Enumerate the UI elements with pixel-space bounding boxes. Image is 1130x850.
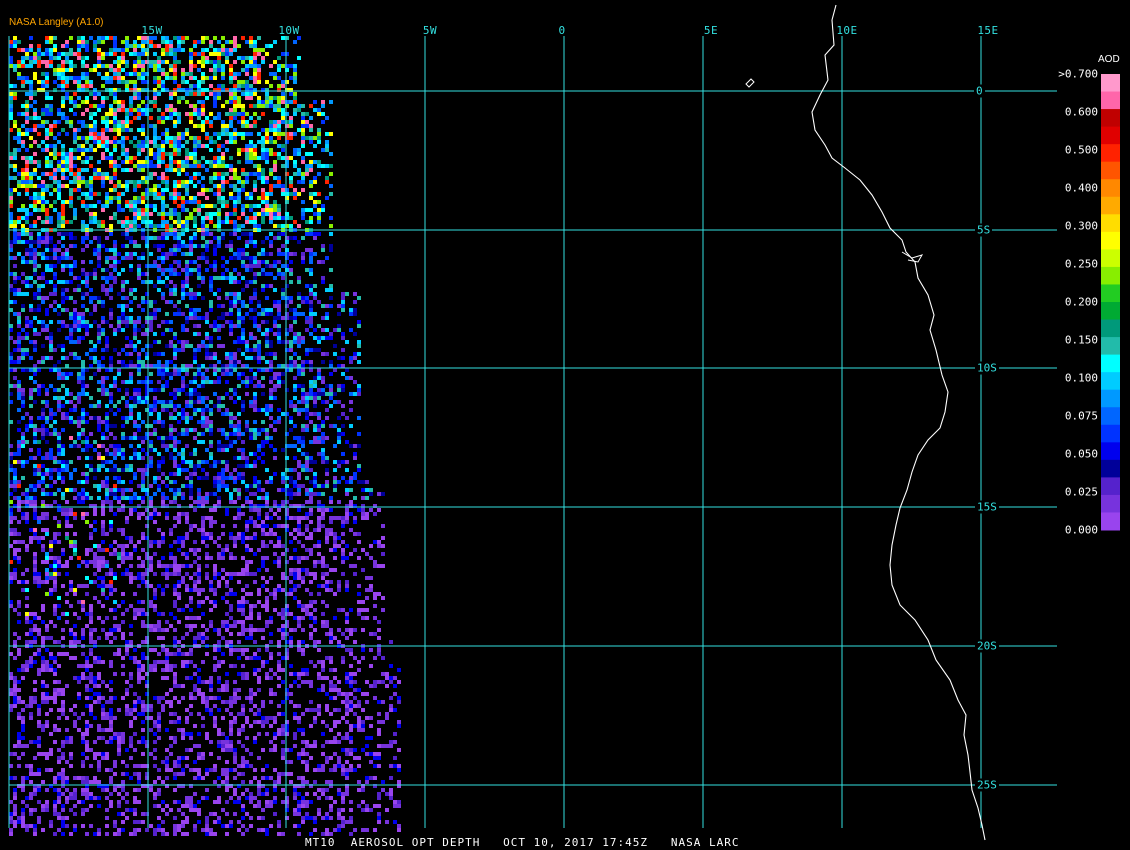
legend-label: 0.025 — [1064, 485, 1098, 499]
legend-label: 0.050 — [1064, 447, 1098, 461]
legend-label: 0.300 — [1064, 219, 1098, 233]
legend-label: 0.100 — [1064, 371, 1098, 385]
legend-swatch — [1101, 144, 1120, 163]
aod-color-scale — [1101, 74, 1120, 531]
lon-label-0: 0 — [558, 24, 566, 37]
legend-swatch — [1101, 161, 1120, 180]
lon-label-10w: 10W — [278, 24, 300, 37]
legend-swatch — [1101, 74, 1120, 93]
legend-label: 0.075 — [1064, 409, 1098, 423]
legend-label: >0.700 — [1058, 67, 1098, 81]
legend-swatch — [1101, 319, 1120, 338]
lon-label-5w: 5W — [422, 24, 438, 37]
lon-label-5e: 5E — [703, 24, 719, 37]
legend-swatch — [1101, 284, 1120, 303]
legend-swatch — [1101, 126, 1120, 145]
footer-bar: MT10 AEROSOL OPT DEPTH OCT 10, 2017 17:4… — [0, 836, 1130, 850]
legend-swatch — [1101, 231, 1120, 250]
legend-swatch — [1101, 266, 1120, 285]
legend-swatch — [1101, 477, 1120, 496]
footer-caption: MT10 AEROSOL OPT DEPTH OCT 10, 2017 17:4… — [305, 836, 740, 849]
legend-swatch — [1101, 91, 1120, 110]
legend-swatch — [1101, 459, 1120, 478]
legend-swatch — [1101, 354, 1120, 373]
legend-label: 0.500 — [1064, 143, 1098, 157]
lat-label-25s: 25S — [975, 778, 999, 792]
legend-swatch — [1101, 512, 1120, 531]
congo-river-inlet — [901, 251, 924, 263]
legend-swatch — [1101, 109, 1120, 128]
lat-label-5s: 5S — [975, 223, 993, 237]
legend-swatch — [1101, 407, 1120, 426]
bioko-island — [745, 78, 755, 88]
lat-label-20s: 20S — [975, 639, 999, 653]
africa-coastline — [811, 4, 986, 841]
aod-map — [8, 4, 1120, 841]
legend-label: 0.000 — [1064, 523, 1098, 537]
legend-swatch — [1101, 179, 1120, 198]
legend-swatch — [1101, 372, 1120, 391]
legend-swatch — [1101, 196, 1120, 215]
legend-label: 0.250 — [1064, 257, 1098, 271]
legend-swatch — [1101, 389, 1120, 408]
legend-label: 0.400 — [1064, 181, 1098, 195]
legend-swatch — [1101, 424, 1120, 443]
legend-swatch — [1101, 442, 1120, 461]
aerosol-data-layer — [9, 36, 401, 836]
lat-label-0: 0 — [974, 84, 985, 98]
lon-label-10e: 10E — [836, 24, 858, 37]
legend-label: 0.600 — [1064, 105, 1098, 119]
lat-label-15s: 15S — [975, 500, 999, 514]
lon-label-15w: 15W — [141, 24, 163, 37]
legend-swatch — [1101, 302, 1120, 321]
legend-swatch — [1101, 337, 1120, 356]
lat-label-10s: 10S — [975, 361, 999, 375]
legend-swatch — [1101, 249, 1120, 268]
credit-label: NASA Langley (A1.0) — [9, 17, 104, 28]
lon-label-15e: 15E — [977, 24, 999, 37]
legend-label: 0.150 — [1064, 333, 1098, 347]
legend-swatch — [1101, 494, 1120, 513]
legend-label: 0.200 — [1064, 295, 1098, 309]
legend-swatch — [1101, 214, 1120, 233]
legend-title: AOD — [1098, 54, 1120, 65]
